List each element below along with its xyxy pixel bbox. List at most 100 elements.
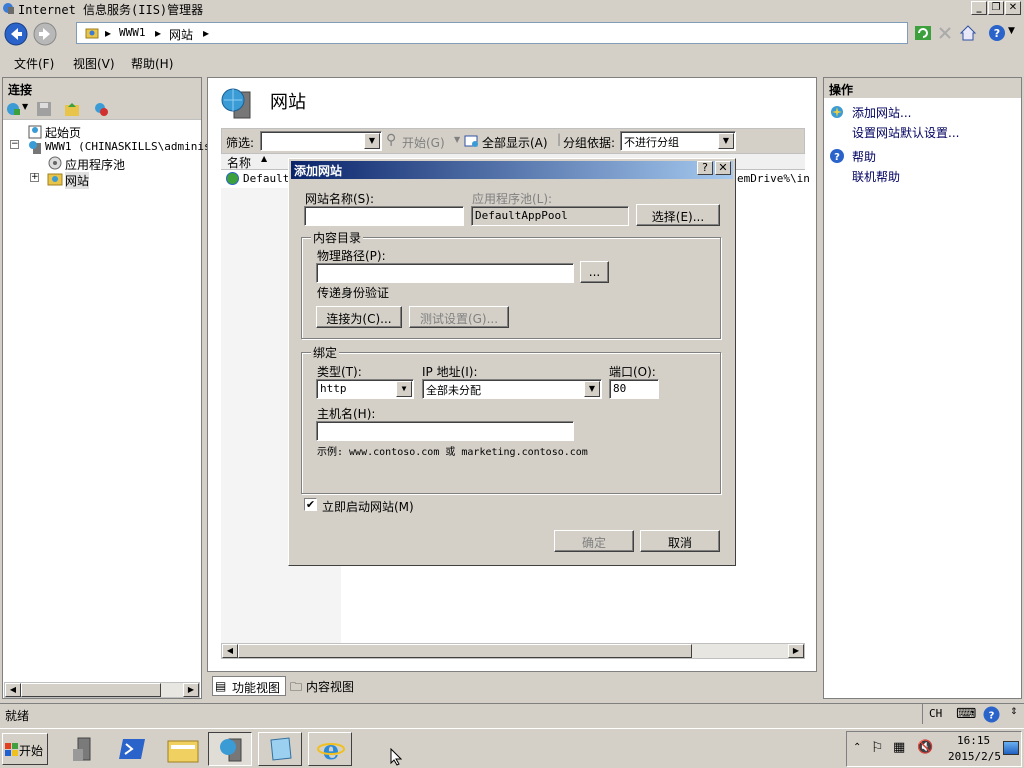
connect-dropdown-icon[interactable]: ▼ (22, 102, 28, 111)
breadcrumb-sites[interactable]: 网站 (169, 26, 193, 43)
help-dropdown-icon[interactable]: ▼ (1008, 26, 1015, 36)
minimize-button[interactable]: _ (971, 1, 987, 15)
show-all-button[interactable]: 全部显示(A) (482, 134, 548, 151)
breadcrumb-sep: ▸ (105, 26, 112, 40)
scroll-right-icon[interactable]: ▶ (788, 644, 804, 658)
row-site-name: Default (243, 172, 290, 185)
notepad-icon (270, 737, 292, 761)
dialog-title: 添加网站 (291, 161, 733, 179)
taskbar-iis-manager[interactable] (208, 732, 252, 766)
tab-features-view[interactable]: ▤ 功能视图 (212, 676, 286, 696)
system-tray: ⌃ ⚐ ▦ 🔇 16:15 2015/2/5 (846, 731, 1022, 767)
action-online-help[interactable]: 联机帮助 (852, 168, 900, 185)
port-input[interactable]: 80 (609, 379, 659, 399)
physical-path-input[interactable] (316, 263, 574, 283)
menu-view[interactable]: 视图(V) (73, 55, 115, 72)
start-dropdown-icon[interactable]: ▼ (454, 135, 460, 144)
address-bar[interactable]: ▸ WWW1 ▸ 网站 ▸ (76, 22, 908, 44)
sort-asc-icon: ▲ (261, 154, 268, 163)
tree-start-page[interactable]: 起始页 (45, 124, 81, 141)
filter-input[interactable]: ▼ (260, 131, 382, 151)
host-name-input[interactable] (316, 421, 574, 441)
forward-icon[interactable] (33, 22, 57, 46)
chevron-down-icon[interactable]: ▼ (396, 381, 412, 397)
menu-help[interactable]: 帮助(H) (131, 55, 173, 72)
taskbar-internet-explorer[interactable]: e (308, 732, 352, 766)
ime-help-icon[interactable]: ? (983, 706, 1000, 723)
dialog-close-button[interactable]: ✕ (715, 161, 731, 175)
status-options-icon[interactable]: ⇕ (1010, 707, 1018, 717)
chevron-down-icon[interactable]: ▼ (584, 381, 600, 397)
scroll-left-icon[interactable]: ◀ (222, 644, 238, 658)
binoculars-icon[interactable]: ⚲ (386, 132, 396, 148)
binding-label: 绑定 (311, 344, 340, 361)
network-icon[interactable]: ▦ (893, 740, 905, 755)
close-window-button[interactable]: ✕ (1005, 1, 1021, 15)
connect-as-button[interactable]: 连接为(C)... (316, 306, 402, 328)
tree-server[interactable]: WWW1 (CHINASKILLS\administ (45, 140, 217, 153)
site-name-input[interactable] (304, 206, 464, 226)
save-icon[interactable] (36, 101, 52, 117)
start-page-icon (28, 125, 42, 139)
clock-time[interactable]: 16:15 (957, 734, 990, 747)
menu-file[interactable]: 文件(F) (14, 55, 54, 72)
cancel-button[interactable]: 取消 (640, 530, 720, 552)
scroll-left-icon[interactable]: ◀ (5, 683, 21, 697)
dialog-help-button[interactable]: ? (697, 161, 713, 175)
up-level-icon[interactable] (64, 101, 80, 117)
start-button[interactable]: 开始 (2, 733, 48, 765)
window-titlebar: Internet 信息服务(IIS)管理器 _ ❐ ✕ (0, 0, 1024, 18)
taskbar-powershell[interactable] (110, 732, 154, 766)
action-set-defaults[interactable]: 设置网站默认设置... (852, 124, 959, 141)
keyboard-icon[interactable]: ⌨ (956, 706, 976, 722)
show-hidden-icons-icon[interactable]: ⌃ (853, 742, 861, 753)
connections-hscroll[interactable]: ◀ ▶ (4, 682, 200, 698)
help-circle-icon: ? (830, 149, 844, 163)
connect-icon[interactable] (5, 101, 21, 117)
start-immediately-label: 立即启动网站(M) (322, 500, 414, 514)
scroll-thumb[interactable] (238, 644, 692, 658)
scroll-thumb[interactable] (21, 683, 161, 697)
iis-manager-icon (220, 738, 242, 762)
taskbar-notepad[interactable] (258, 732, 302, 766)
start-immediately-checkbox[interactable]: ✔ (304, 498, 317, 511)
tab-content-label: 内容视图 (306, 680, 355, 694)
tree-expand-sites[interactable]: + (30, 173, 39, 182)
ip-select[interactable]: 全部未分配 ▼ (422, 379, 602, 399)
breadcrumb-sep: ▸ (155, 26, 162, 40)
action-center-flag-icon[interactable]: ⚐ (871, 740, 884, 756)
show-desktop-icon[interactable] (1003, 741, 1019, 755)
help-icon[interactable]: ? (988, 24, 1006, 42)
clock-date[interactable]: 2015/2/5 (948, 750, 1001, 763)
back-icon[interactable] (4, 22, 28, 46)
stop-icon[interactable] (937, 25, 953, 41)
taskbar-server-manager[interactable] (60, 732, 104, 766)
restore-button[interactable]: ❐ (988, 1, 1004, 15)
tree-app-pools[interactable]: 应用程序池 (65, 156, 125, 173)
refresh-icon[interactable] (914, 25, 932, 41)
taskbar: 开始 e ⌃ ⚐ ▦ 🔇 16:15 2015/2/5 (0, 728, 1024, 768)
home-icon[interactable] (959, 24, 977, 42)
folder-icon (85, 28, 99, 39)
tree-sites[interactable]: 网站 (65, 172, 90, 189)
select-app-pool-button[interactable]: 选择(E)... (636, 204, 720, 226)
action-add-site[interactable]: 添加网站... (852, 104, 911, 121)
list-hscroll[interactable]: ◀ ▶ (221, 643, 805, 659)
taskbar-explorer[interactable] (160, 732, 204, 766)
volume-muted-icon[interactable]: 🔇 (917, 740, 933, 755)
lang-indicator[interactable]: CH (922, 704, 948, 724)
tab-content-view[interactable]: 🗀 内容视图 (288, 676, 358, 696)
chevron-down-icon[interactable]: ▼ (718, 133, 734, 149)
column-name[interactable]: 名称 (227, 154, 251, 171)
type-select[interactable]: http ▼ (316, 379, 414, 399)
scroll-right-icon[interactable]: ▶ (183, 683, 199, 697)
chevron-down-icon[interactable]: ▼ (364, 133, 380, 149)
group-by-select[interactable]: 不进行分组 ▼ (620, 131, 736, 151)
browse-button[interactable]: ... (580, 261, 609, 283)
start-filter-button[interactable]: 开始(G) (402, 134, 445, 151)
tree-collapse-server[interactable]: − (10, 140, 19, 149)
breadcrumb-server[interactable]: WWW1 (119, 26, 146, 39)
features-view-icon: ▤ (215, 679, 227, 693)
action-help[interactable]: 帮助 (852, 148, 876, 165)
disconnect-icon[interactable] (93, 101, 109, 117)
